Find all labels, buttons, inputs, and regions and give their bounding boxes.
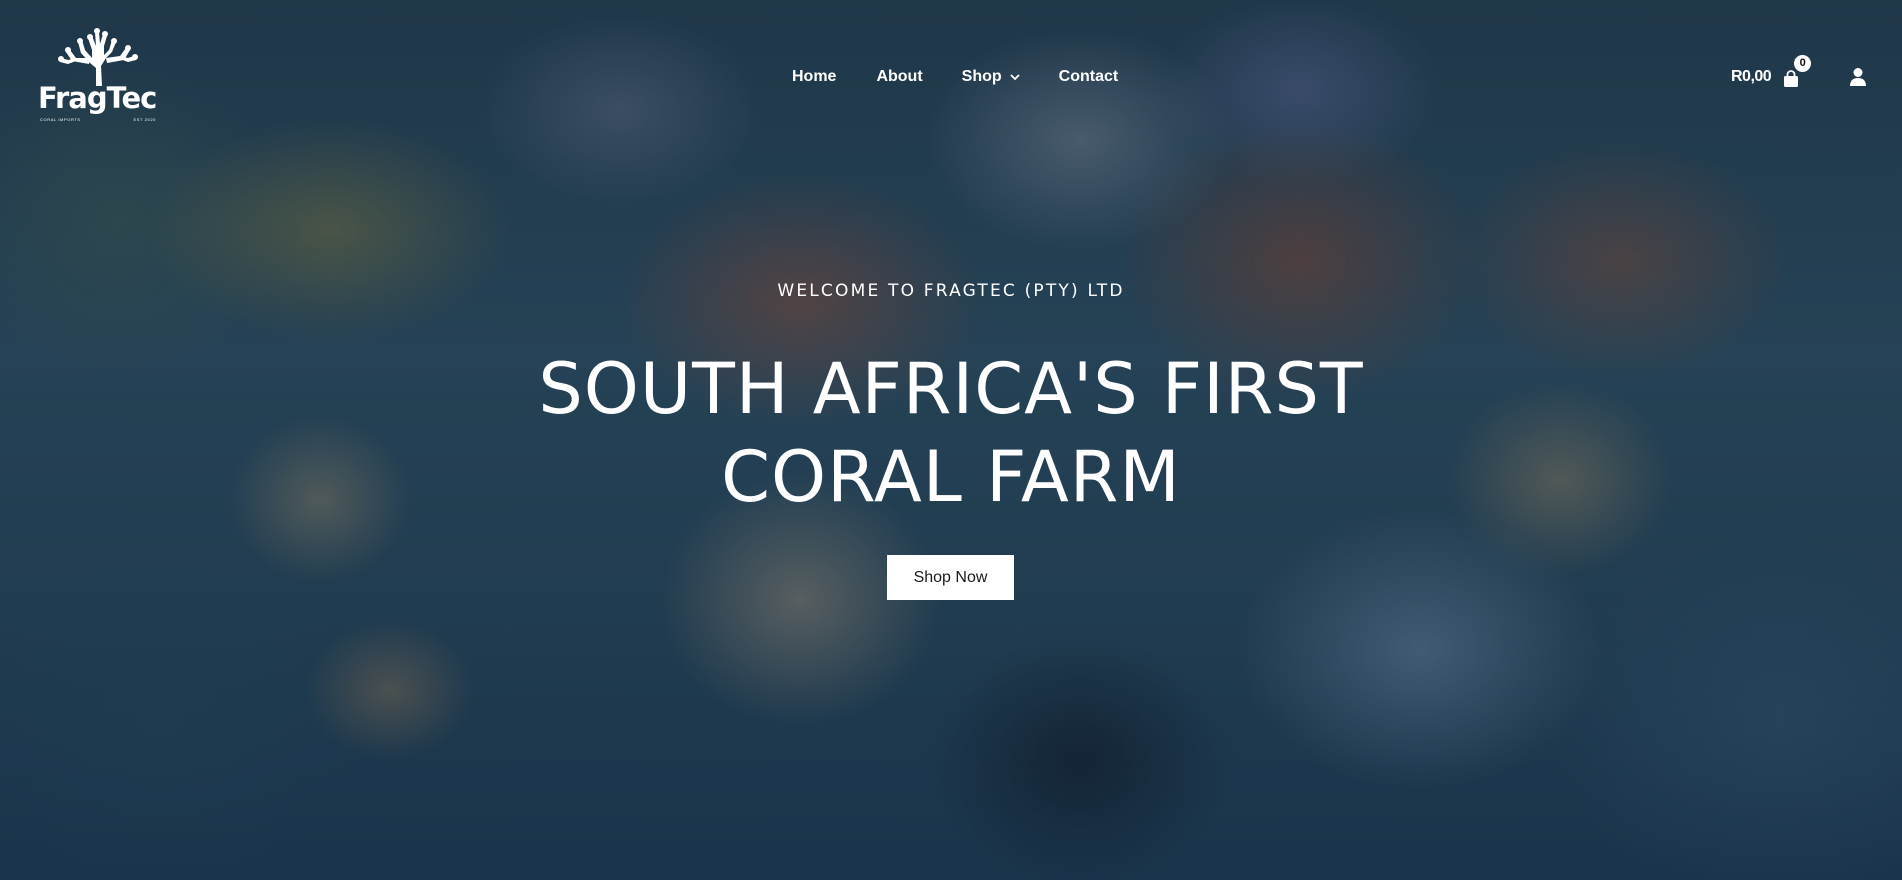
brand-name: FragTec bbox=[38, 81, 157, 115]
brand-tagline-left: CORAL IMPORTS bbox=[40, 117, 81, 122]
shopping-bag-icon: 0 bbox=[1783, 55, 1812, 87]
cart-count-badge: 0 bbox=[1794, 55, 1812, 72]
coral-logo-icon bbox=[58, 28, 138, 86]
cart-total: R0,00 bbox=[1731, 68, 1772, 85]
nav-item-shop[interactable]: Shop bbox=[962, 66, 1020, 88]
brand-tagline-right: EST 2020 bbox=[133, 117, 156, 122]
hero-headline-line2: CORAL FARM bbox=[721, 436, 1181, 518]
account-button[interactable] bbox=[1849, 67, 1867, 87]
site-logo[interactable]: FragTec CORAL IMPORTS EST 2020 bbox=[38, 28, 158, 128]
main-nav: Home About Shop Contact bbox=[792, 66, 1118, 88]
chevron-down-icon bbox=[1010, 66, 1020, 88]
shop-now-button[interactable]: Shop Now bbox=[887, 555, 1014, 600]
hero-headline-line1: SOUTH AFRICA'S FIRST bbox=[538, 348, 1364, 430]
hero-headline: SOUTH AFRICA'S FIRST CORAL FARM bbox=[0, 345, 1902, 521]
nav-item-shop-label: Shop bbox=[961, 68, 1002, 85]
nav-item-about[interactable]: About bbox=[876, 66, 922, 88]
brand-tagline: CORAL IMPORTS EST 2020 bbox=[40, 118, 156, 122]
user-icon bbox=[1850, 68, 1866, 86]
cart-button[interactable]: R0,00 0 bbox=[1731, 55, 1812, 88]
site-header: FragTec CORAL IMPORTS EST 2020 Home Abou… bbox=[0, 0, 1902, 150]
nav-item-contact[interactable]: Contact bbox=[1059, 66, 1119, 88]
hero-eyebrow: WELCOME TO FRAGTEC (PTY) LTD bbox=[777, 281, 1125, 301]
nav-item-home[interactable]: Home bbox=[792, 66, 836, 88]
